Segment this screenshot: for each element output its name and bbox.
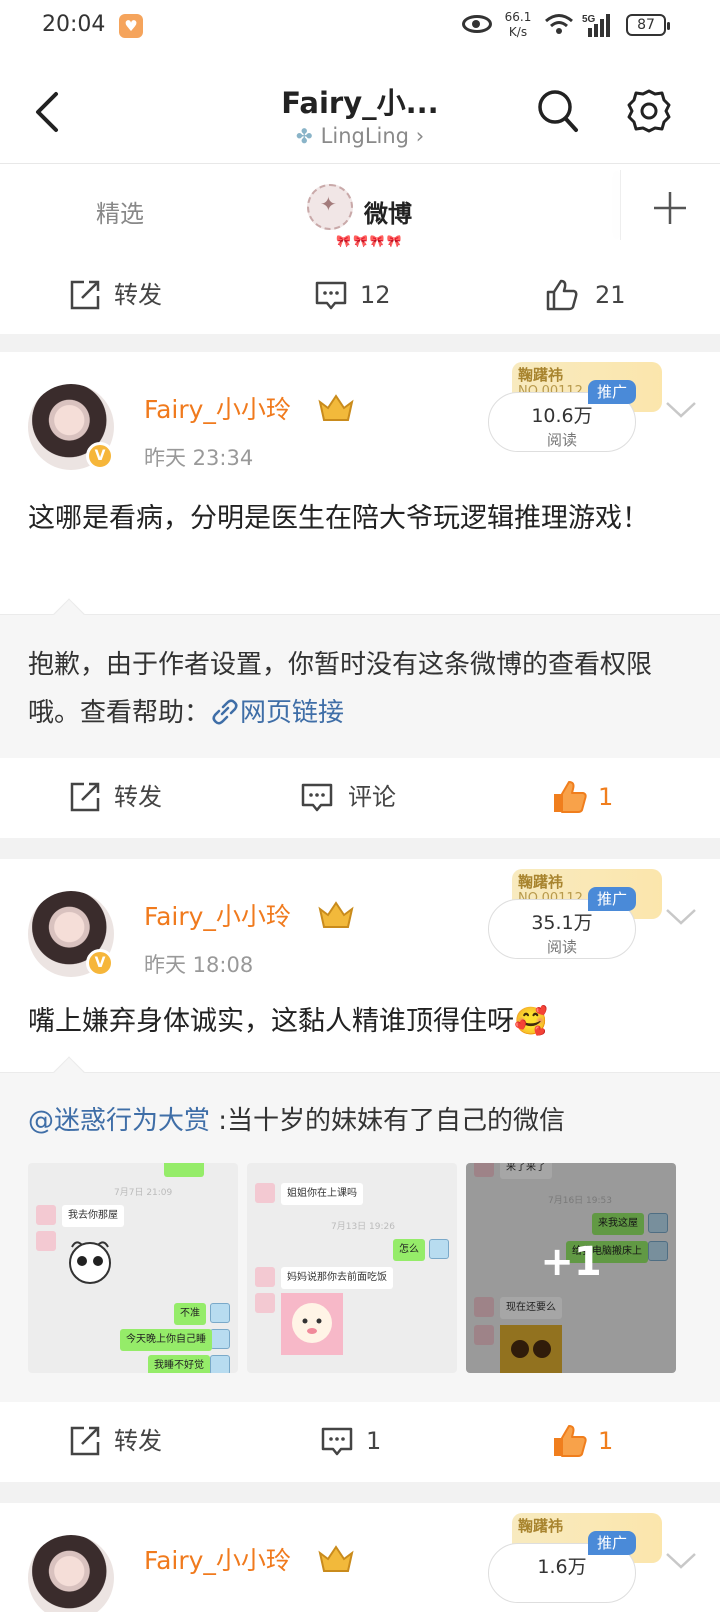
- chat-screenshot-thumb-more[interactable]: 来了来了 7月16日 19:53 来我这屋 给我电脑搬床上 现在还要么 +1: [466, 1163, 676, 1373]
- link-icon: [212, 699, 238, 725]
- network-type-label: 5G: [582, 14, 596, 25]
- thumbs-up-icon: [546, 279, 578, 311]
- repost-quote-box[interactable]: @迷惑行为大赏 :当十岁的妹妹有了自己的微信 7月7日 21:09 我去你那屋 …: [0, 1056, 720, 1402]
- status-time: 20:04: [42, 12, 106, 37]
- post-card[interactable]: V Fairy_小小玲 昨天 23:34 鞠躇祎 NO.00112 10.6万 …: [0, 352, 720, 614]
- promo-title: 鞠躇祎: [518, 1517, 564, 1535]
- comment-icon: [301, 783, 333, 812]
- quoted-post-text: @迷惑行为大赏 :当十岁的妹妹有了自己的微信: [28, 1106, 566, 1136]
- comment-icon: [321, 1427, 353, 1456]
- post-username[interactable]: Fairy_小小玲: [144, 390, 291, 426]
- gear-icon[interactable]: [626, 88, 672, 134]
- page-title: Fairy_小...: [281, 86, 439, 120]
- repost-button[interactable]: 转发: [68, 780, 178, 814]
- web-link[interactable]: 网页链接: [210, 698, 344, 728]
- signal-icon: 5G: [582, 14, 610, 37]
- post-text: 这哪是看病，分明是医生在陪大爷玩逻辑推理游戏！: [28, 503, 649, 534]
- chat-screenshot-thumb[interactable]: 姐姐你在上课吗 7月13日 19:26 怎么 妈妈说那你去前面吃饭: [247, 1163, 457, 1373]
- sticker-icon: [281, 1293, 343, 1355]
- wifi-icon: [545, 14, 573, 34]
- post-card[interactable]: Fairy_小小玲 鞠躇祎 1.6万 推广: [0, 1503, 720, 1612]
- notification-app-icon: ♥: [119, 14, 143, 38]
- repost-icon: [70, 782, 100, 812]
- repost-button[interactable]: 转发: [68, 278, 178, 312]
- repost-icon: [70, 1426, 100, 1456]
- post-action-bar: 转发 1 1: [0, 1402, 720, 1482]
- post-card[interactable]: V Fairy_小小玲 昨天 18:08 鞠躇祎 NO.00112 35.1万 …: [0, 859, 720, 1072]
- crown-badge-icon: [318, 394, 354, 421]
- post-time: 昨天 18:08: [144, 953, 254, 977]
- net-speed: 66.1 K/s: [504, 10, 532, 39]
- chat-screenshot-thumb[interactable]: 7月7日 21:09 我去你那屋 不准 今天晚上你自己睡 我睡不好觉: [28, 1163, 238, 1373]
- chevron-down-icon[interactable]: [664, 905, 698, 927]
- chevron-down-icon[interactable]: [664, 398, 698, 420]
- more-images-count: +1: [540, 1239, 602, 1285]
- app-root: { "status_bar": { "time": "20:04", "net_…: [0, 0, 720, 1612]
- post-action-bar: 转发 评论 1: [0, 758, 720, 838]
- comment-button[interactable]: 评论: [300, 780, 410, 814]
- battery-indicator: 87: [626, 14, 670, 36]
- promo-title: 鞠躇祎: [518, 366, 564, 384]
- verified-badge-icon: V: [86, 442, 114, 470]
- quote-box: 抱歉，由于作者设置，你暂时没有这条微博的查看权限哦。查看帮助： 网页链接: [0, 598, 720, 758]
- promo-title: 鞠躇祎: [518, 873, 564, 891]
- crown-badge-icon: [318, 901, 354, 928]
- post-text: 嘴上嫌弃身体诚实，这黏人精谁顶得住呀🥰: [28, 1006, 548, 1037]
- promo-tag: 推广: [588, 887, 636, 911]
- status-bar: 20:04 ♥ 66.1 K/s 5G 87: [0, 0, 720, 58]
- restricted-notice: 抱歉，由于作者设置，你暂时没有这条微博的查看权限哦。查看帮助： 网页链接: [28, 650, 653, 728]
- crown-badge-icon: [318, 1545, 354, 1572]
- tab-decoration-icon: [307, 184, 353, 230]
- like-button[interactable]: 1: [552, 780, 622, 814]
- clover-icon: ✤: [295, 124, 313, 148]
- avatar[interactable]: [28, 1535, 114, 1612]
- image-grid: 7月7日 21:09 我去你那屋 不准 今天晚上你自己睡 我睡不好觉 姐姐你在上…: [28, 1163, 678, 1373]
- like-button[interactable]: 1: [552, 1424, 622, 1458]
- chevron-down-icon[interactable]: [664, 1549, 698, 1571]
- profile-subtitle-link[interactable]: ✤ LingLing ›: [0, 124, 720, 148]
- promo-tag: 推广: [588, 380, 636, 404]
- add-tab-plus-icon[interactable]: [652, 190, 688, 226]
- tab-bows-decoration: 🎀🎀🎀🎀: [336, 234, 404, 248]
- promo-tag: 推广: [588, 1531, 636, 1555]
- repost-button[interactable]: 转发: [68, 1424, 178, 1458]
- profile-tabs: 精选 微博 🎀🎀🎀🎀: [0, 164, 720, 262]
- tab-featured[interactable]: 精选: [96, 194, 144, 229]
- subtitle-text: LingLing: [320, 124, 410, 148]
- tab-divider: [620, 170, 621, 240]
- avatar[interactable]: V: [28, 891, 114, 977]
- repost-icon: [70, 280, 100, 310]
- post-username[interactable]: Fairy_小小玲: [144, 1541, 291, 1577]
- sticker-icon: [69, 1241, 111, 1284]
- tab-weibo[interactable]: 微博: [364, 194, 412, 229]
- post-username[interactable]: Fairy_小小玲: [144, 897, 291, 933]
- search-icon[interactable]: [536, 88, 580, 134]
- eye-icon: [462, 15, 492, 33]
- profile-header: Fairy_小... ✤ LingLing ›: [0, 58, 720, 164]
- comment-button[interactable]: 1: [320, 1424, 390, 1458]
- comment-icon: [315, 281, 347, 310]
- thumbs-up-liked-icon: [554, 1425, 587, 1457]
- chevron-right-icon: ›: [415, 124, 425, 148]
- like-button[interactable]: 21: [545, 278, 635, 312]
- thumbs-up-liked-icon: [554, 781, 587, 813]
- avatar[interactable]: V: [28, 384, 114, 470]
- comment-button[interactable]: 12: [314, 278, 404, 312]
- prev-post-action-bar: 转发 12 21: [0, 256, 720, 334]
- mention-link[interactable]: @迷惑行为大赏: [28, 1106, 210, 1136]
- verified-badge-icon: V: [86, 949, 114, 977]
- post-time: 昨天 23:34: [144, 446, 254, 470]
